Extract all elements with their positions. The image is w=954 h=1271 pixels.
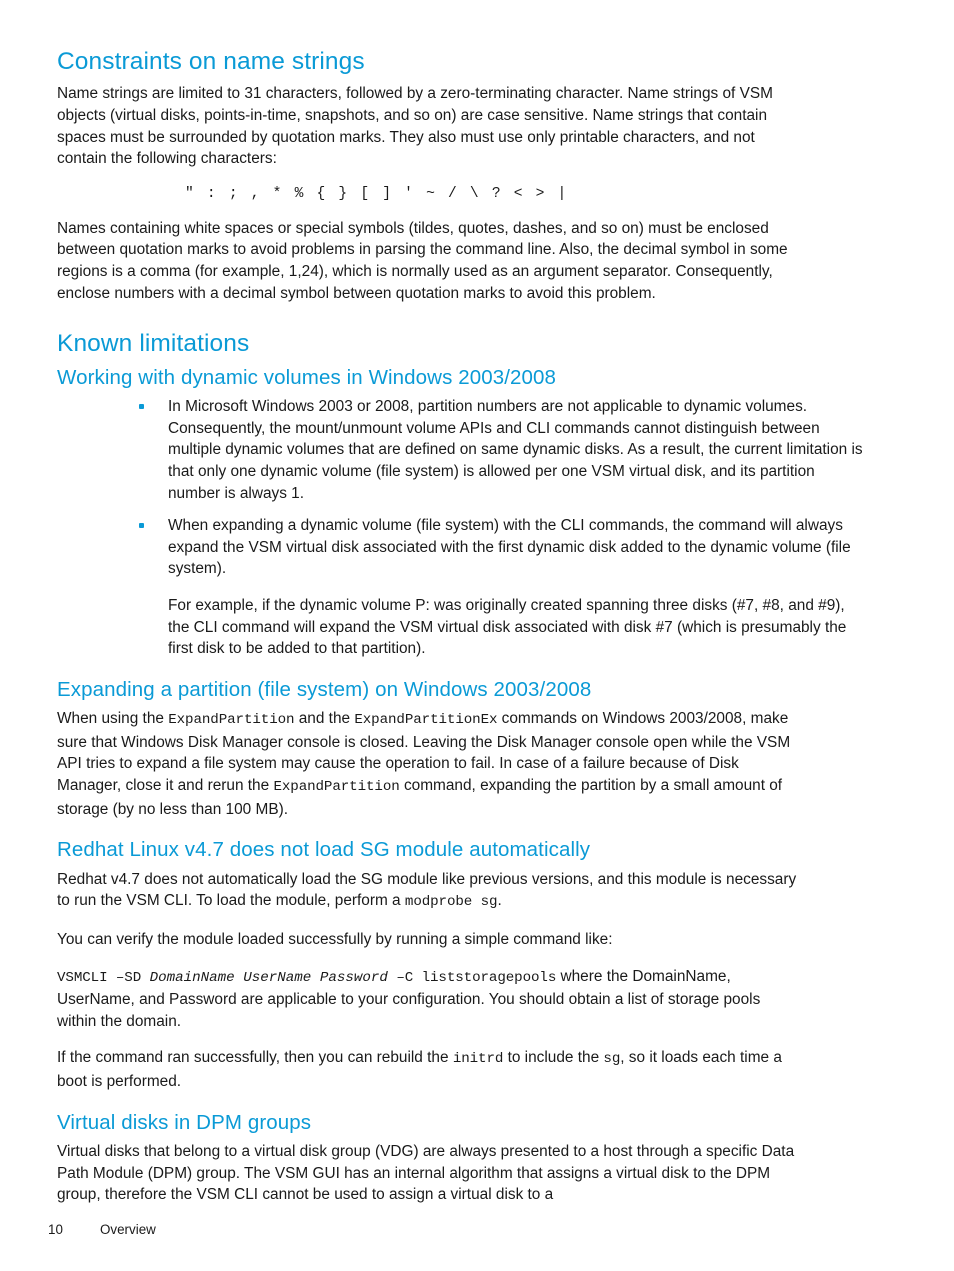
heading-constraints-on-name-strings: Constraints on name strings <box>57 48 365 75</box>
section-constraints-on-name-strings: Constraints on name strings Name strings… <box>57 48 869 304</box>
paragraph-verify-module: You can verify the module loaded success… <box>57 931 613 948</box>
code-vsmcli-placeholders: DomainName UserName Password <box>149 969 388 986</box>
paragraph-redhat-sg-module: Redhat v4.7 does not automatically load … <box>57 869 798 914</box>
text-fragment: When using the <box>57 710 169 728</box>
document-page: Constraints on name strings Name strings… <box>0 0 954 1271</box>
forbidden-characters-list: " : ; , * % { } [ ] ' ~ / \ ? < > | <box>185 185 569 202</box>
code-vsmcli-command-tail: –C liststoragepools <box>387 969 557 986</box>
dynamic-volumes-bullet-list: In Microsoft Windows 2003 or 2008, parti… <box>128 396 869 660</box>
text-fragment: . <box>497 892 502 910</box>
code-initrd: initrd <box>452 1051 504 1068</box>
section-expanding-a-partition: Expanding a partition (file system) on W… <box>57 678 869 821</box>
code-expand-partition: ExpandPartition <box>168 712 295 729</box>
code-vsmcli-command: VSMCLI –SD <box>57 969 150 986</box>
footer-chapter-name: Overview <box>100 1222 156 1237</box>
heading-known-limitations: Known limitations <box>57 330 250 358</box>
text-fragment: to include the <box>503 1049 604 1067</box>
section-redhat-linux-sg-module: Redhat Linux v4.7 does not load SG modul… <box>57 838 869 1092</box>
paragraph-virtual-disks-dpm: Virtual disks that belong to a virtual d… <box>57 1143 795 1204</box>
paragraph-white-spaces-special-symbols: Names containing white spaces or special… <box>57 219 788 302</box>
text-fragment: and the <box>294 710 355 728</box>
page-footer: 10 Overview <box>48 1222 908 1237</box>
paragraph-rebuild-initrd: If the command ran successfully, then yo… <box>57 1047 798 1092</box>
list-item-sub-paragraph: For example, if the dynamic volume P: wa… <box>168 596 847 658</box>
list-item: When expanding a dynamic volume (file sy… <box>128 515 869 660</box>
code-expand-partition-2: ExpandPartition <box>273 779 400 796</box>
list-item-text: When expanding a dynamic volume (file sy… <box>168 517 851 578</box>
page-content: Constraints on name strings Name strings… <box>57 48 869 1206</box>
bullet-dot-icon <box>139 404 144 410</box>
paragraph-expand-partition: When using the ExpandPartition and the E… <box>57 708 798 820</box>
text-fragment: If the command ran successfully, then yo… <box>57 1049 453 1067</box>
heading-virtual-disks-in-dpm-groups: Virtual disks in DPM groups <box>57 1110 312 1134</box>
code-expand-partition-ex: ExpandPartitionEx <box>354 712 498 729</box>
list-item-text: In Microsoft Windows 2003 or 2008, parti… <box>168 398 863 502</box>
code-sg: sg <box>603 1051 621 1068</box>
code-modprobe-sg: modprobe sg <box>404 894 498 911</box>
bullet-dot-icon <box>139 523 144 529</box>
section-virtual-disks-in-dpm-groups: Virtual disks in DPM groups Virtual disk… <box>57 1111 869 1206</box>
heading-redhat-linux-sg-module: Redhat Linux v4.7 does not load SG modul… <box>57 838 591 862</box>
section-known-limitations: Known limitations Working with dynamic v… <box>57 330 869 660</box>
list-item: In Microsoft Windows 2003 or 2008, parti… <box>128 396 869 504</box>
paragraph-name-string-limits: Name strings are limited to 31 character… <box>57 85 773 168</box>
footer-page-number: 10 <box>48 1222 63 1237</box>
heading-working-with-dynamic-volumes: Working with dynamic volumes in Windows … <box>57 365 557 389</box>
paragraph-vsmcli-command: VSMCLI –SD DomainName UserName Password … <box>57 966 798 1033</box>
heading-expanding-a-partition: Expanding a partition (file system) on W… <box>57 677 592 701</box>
